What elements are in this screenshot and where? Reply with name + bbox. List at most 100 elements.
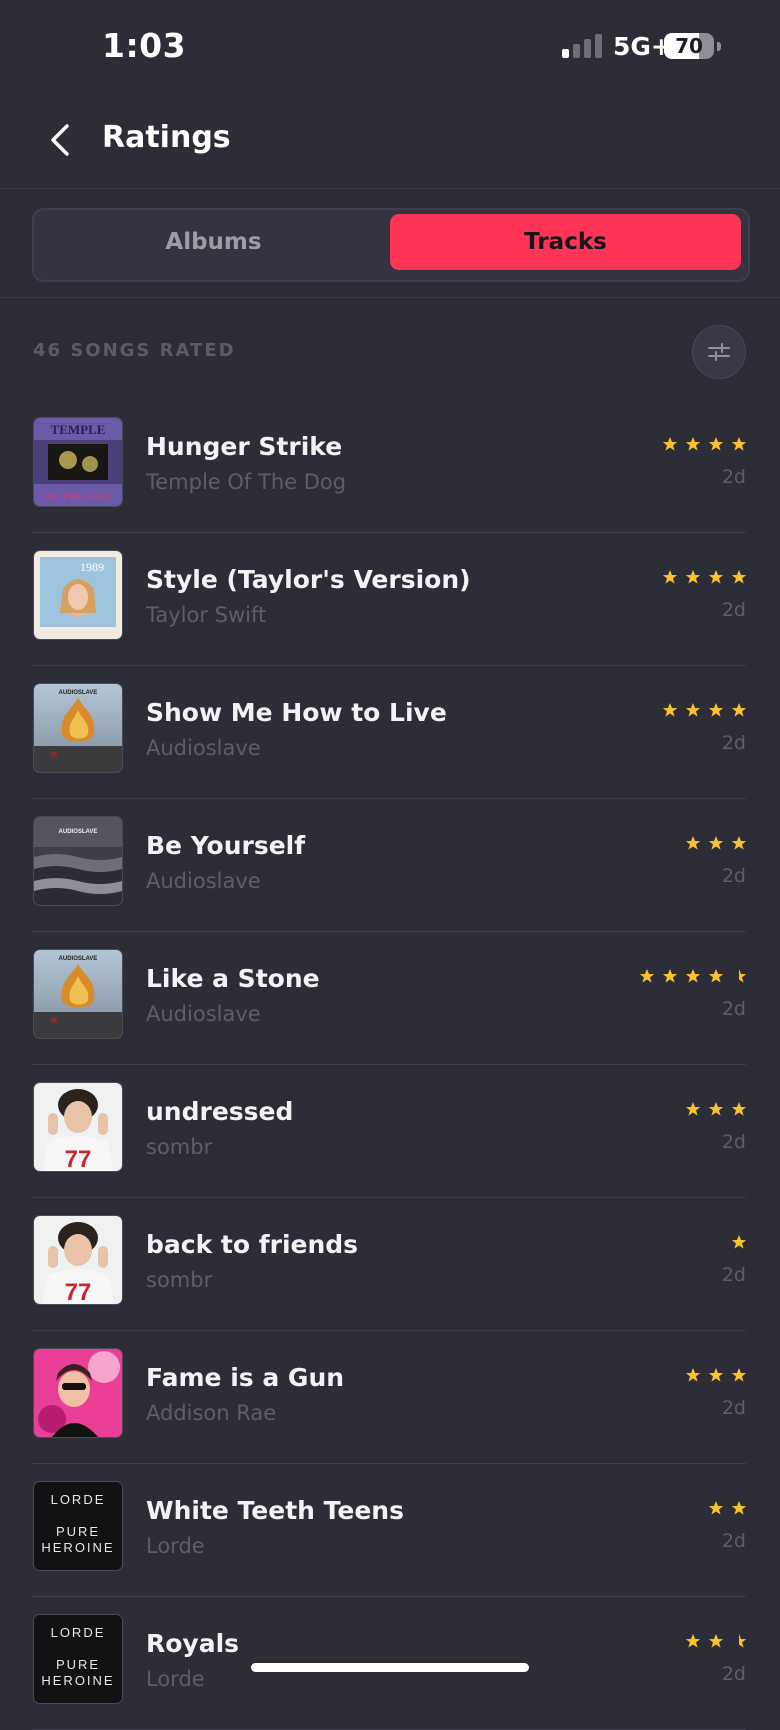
page-title: Ratings <box>102 120 231 155</box>
star-icon <box>731 1234 747 1250</box>
track-artist: Lorde <box>146 1667 205 1691</box>
star-rating <box>639 968 747 984</box>
cellular-signal-icon <box>562 34 602 58</box>
star-icon <box>731 569 747 585</box>
star-icon <box>708 1101 724 1117</box>
svg-text:OF THE DOG: OF THE DOG <box>44 491 113 503</box>
track-title: Fame is a Gun <box>146 1363 345 1392</box>
navigation-bar: Ratings <box>0 92 780 189</box>
rated-time: 2d <box>721 1397 746 1419</box>
star-icon <box>685 835 701 851</box>
chevron-left-icon <box>51 124 69 156</box>
track-row[interactable]: 1989 Style (Taylor's Version) Taylor Swi… <box>0 533 780 666</box>
star-icon <box>708 569 724 585</box>
rated-time: 2d <box>721 599 746 621</box>
track-artist: Audioslave <box>146 736 261 760</box>
album-artwork: AUDIOSLAVE <box>34 817 122 905</box>
sliders-icon <box>708 343 730 361</box>
album-artwork: LORDE PURE HEROINE <box>34 1482 122 1570</box>
track-row[interactable]: AUDIOSLAVE Show Me How to Live Audioslav… <box>0 666 780 799</box>
star-icon <box>708 835 724 851</box>
album-artwork: TEMPLE OF THE DOG <box>34 418 122 506</box>
star-rating <box>662 702 747 718</box>
track-row[interactable]: LORDE PURE HEROINE White Teeth Teens Lor… <box>0 1464 780 1597</box>
star-icon <box>731 702 747 718</box>
track-title: Royals <box>146 1629 240 1658</box>
star-icon <box>685 436 701 452</box>
star-rating <box>731 1234 747 1250</box>
star-icon <box>662 569 678 585</box>
star-icon <box>708 436 724 452</box>
star-icon <box>685 1633 701 1649</box>
track-title: Show Me How to Live <box>146 698 447 727</box>
home-indicator <box>251 1663 529 1672</box>
star-rating <box>685 1367 747 1383</box>
filter-button[interactable] <box>692 325 746 379</box>
svg-text:PURE: PURE <box>56 1524 100 1539</box>
track-title: undressed <box>146 1097 294 1126</box>
svg-text:AUDIOSLAVE: AUDIOSLAVE <box>59 829 98 835</box>
track-title: back to friends <box>146 1230 359 1259</box>
svg-text:AUDIOSLAVE: AUDIOSLAVE <box>59 956 98 962</box>
svg-text:77: 77 <box>65 1146 92 1171</box>
star-icon <box>685 569 701 585</box>
star-icon <box>731 1101 747 1117</box>
track-title: Be Yourself <box>146 831 306 860</box>
songs-rated-count: 46 SONGS RATED <box>33 340 236 361</box>
rated-time: 2d <box>721 732 746 754</box>
svg-text:77: 77 <box>65 1279 92 1304</box>
track-artist: Taylor Swift <box>146 603 267 627</box>
svg-text:HEROINE: HEROINE <box>41 1673 114 1688</box>
track-artist: Audioslave <box>146 1002 261 1026</box>
tab-tracks[interactable]: Tracks <box>390 214 741 270</box>
star-icon <box>708 968 724 984</box>
track-title: Like a Stone <box>146 964 320 993</box>
star-rating <box>662 436 747 452</box>
track-title: Hunger Strike <box>146 432 343 461</box>
star-icon <box>731 1367 747 1383</box>
star-icon <box>639 968 655 984</box>
star-rating <box>662 569 747 585</box>
svg-text:LORDE: LORDE <box>51 1625 106 1640</box>
track-row[interactable]: TEMPLE OF THE DOG Hunger Strike Temple O… <box>0 400 780 533</box>
album-artwork <box>34 1349 122 1437</box>
track-row[interactable]: Fame is a Gun Addison Rae 2d <box>0 1331 780 1464</box>
track-row[interactable]: AUDIOSLAVE Be Yourself Audioslave 2d <box>0 799 780 932</box>
star-rating <box>685 1101 747 1117</box>
star-rating <box>685 835 747 851</box>
track-artist: Audioslave <box>146 869 261 893</box>
star-icon <box>708 1367 724 1383</box>
star-icon <box>731 835 747 851</box>
status-time: 1:03 <box>102 26 187 65</box>
divider <box>0 297 780 298</box>
star-icon <box>662 436 678 452</box>
track-row[interactable]: AUDIOSLAVE Like a Stone Audioslave 2d <box>0 932 780 1065</box>
track-artist: Lorde <box>146 1534 205 1558</box>
star-icon <box>662 968 678 984</box>
battery-percent: 70 <box>675 34 703 58</box>
album-artwork: AUDIOSLAVE <box>34 684 122 772</box>
rated-time: 2d <box>721 998 746 1020</box>
svg-text:HEROINE: HEROINE <box>41 1540 114 1555</box>
album-artwork: AUDIOSLAVE <box>34 950 122 1038</box>
half-star-icon <box>731 968 747 984</box>
tab-albums[interactable]: Albums <box>38 214 389 270</box>
track-row[interactable]: 77 back to friends sombr 2d <box>0 1198 780 1331</box>
rated-time: 2d <box>721 1264 746 1286</box>
track-row[interactable]: 77 undressed sombr 2d <box>0 1065 780 1198</box>
svg-text:1989: 1989 <box>80 560 104 574</box>
track-title: Style (Taylor's Version) <box>146 565 471 594</box>
album-artwork: 77 <box>34 1216 122 1304</box>
album-artwork: LORDE PURE HEROINE <box>34 1615 122 1703</box>
segmented-control: Albums Tracks <box>32 208 750 282</box>
star-icon <box>685 968 701 984</box>
rated-time: 2d <box>721 1663 746 1685</box>
track-title: White Teeth Teens <box>146 1496 404 1525</box>
track-artist: Temple Of The Dog <box>146 470 347 494</box>
album-artwork: 77 <box>34 1083 122 1171</box>
back-button[interactable] <box>40 112 80 168</box>
battery-icon: 70 <box>664 33 721 59</box>
half-star-icon <box>731 1633 747 1649</box>
star-icon <box>685 1367 701 1383</box>
star-icon <box>708 1500 724 1516</box>
